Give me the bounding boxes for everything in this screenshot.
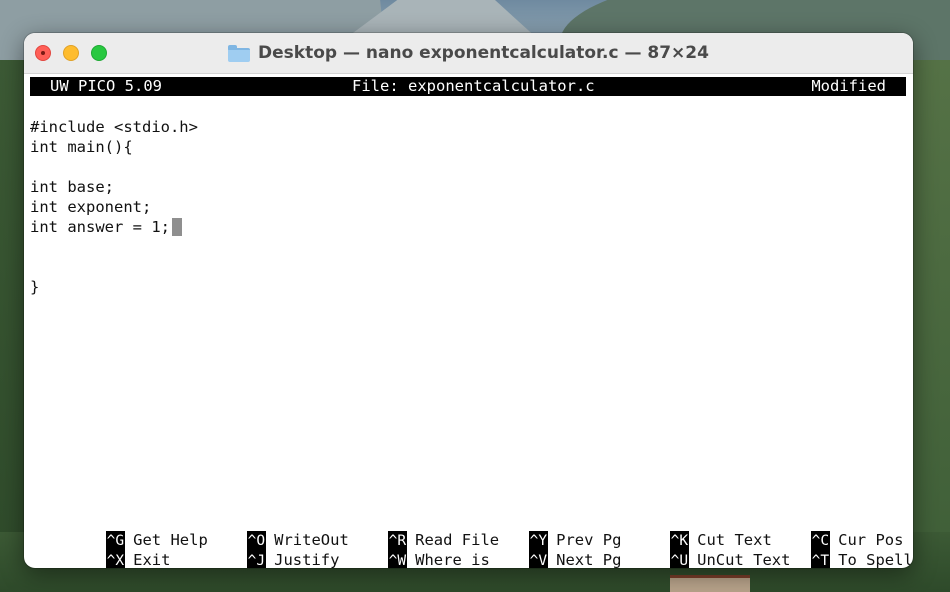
editor-modified-state: Modified [811,77,886,95]
shortcut-bar: ^G Get Help ^O WriteOut ^R Read File ^Y Prev… [30,510,913,568]
window-title: Desktop — nano exponentcalculator.c — 87… [258,43,709,63]
editor-status-bar: UW PICO 5.09 File: exponentcalculator.c … [30,77,906,96]
editor-text-area[interactable]: #include <stdio.h> int main(){ int base;… [30,117,906,297]
editor-filename: File: exponentcalculator.c [352,77,595,95]
shortcut-key: ^W [387,551,408,568]
shortcut-cur-pos[interactable]: ^C Cur Pos [736,510,903,551]
shortcut-key: ^T [810,551,831,568]
folder-icon [228,44,251,62]
wallpaper-houses [670,575,750,592]
shortcut-key: ^J [246,551,267,568]
shortcut-to-spell[interactable]: ^T To Spell [736,530,913,568]
terminal-content[interactable]: UW PICO 5.09 File: exponentcalculator.c … [30,76,913,568]
editor-version: UW PICO 5.09 [50,77,162,95]
shortcut-exit[interactable]: ^X Exit [31,530,170,568]
title-bar[interactable]: Desktop — nano exponentcalculator.c — 87… [24,33,913,74]
code-line: int main(){ [30,138,133,156]
code-line: int exponent; [30,198,152,216]
code-line-text: int answer = 1; [30,218,170,236]
code-line: } [30,278,40,296]
terminal-window: Desktop — nano exponentcalculator.c — 87… [24,33,913,568]
code-line-current: int answer = 1; [30,217,906,237]
text-cursor [171,218,182,236]
shortcut-label: Exit [133,551,171,568]
shortcut-label: To Spell [838,551,913,568]
shortcut-key: ^U [669,551,690,568]
code-line: #include <stdio.h> [30,118,198,136]
code-line: int base; [30,178,114,196]
shortcut-key: ^V [528,551,549,568]
shortcut-key: ^X [105,551,126,568]
